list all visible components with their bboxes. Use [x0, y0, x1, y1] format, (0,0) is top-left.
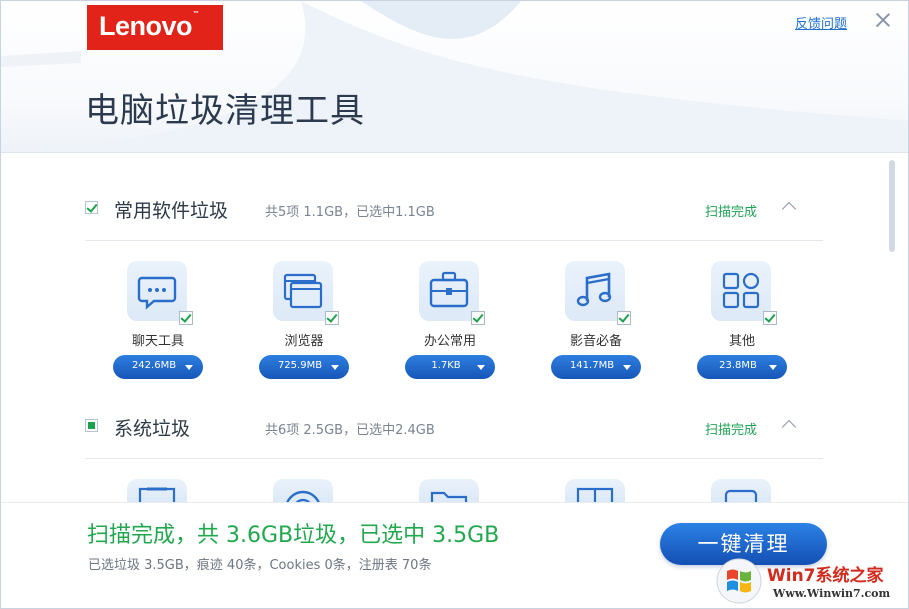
- system-item-icon[interactable]: [273, 479, 333, 502]
- system-item-icon[interactable]: [419, 479, 479, 502]
- scan-status: 扫描完成: [705, 205, 758, 220]
- watermark-url: Www.Winwin7.com: [773, 587, 891, 600]
- scan-result-headline: 扫描完成，共 3.6GB垃圾，已选中 3.5GB: [87, 523, 500, 548]
- item-label: 办公常用: [423, 334, 476, 349]
- item-checkbox[interactable]: [617, 311, 631, 325]
- section-title: 系统垃圾: [114, 418, 191, 440]
- size-value: 141.7MB: [569, 360, 615, 371]
- chat-icon[interactable]: [127, 261, 187, 321]
- category-item-media: 影音必备 141.7MB: [523, 261, 669, 391]
- section-title: 常用软件垃圾: [114, 200, 229, 222]
- grid-apps-icon[interactable]: [711, 261, 771, 321]
- size-value: 23.8MB: [719, 360, 757, 371]
- item-checkbox[interactable]: [325, 311, 339, 325]
- size-value: 725.9MB: [277, 360, 323, 371]
- section-checkbox-software[interactable]: [85, 201, 98, 214]
- browser-windows-icon[interactable]: [273, 261, 333, 321]
- app-window: Lenovo™ 电脑垃圾清理工具 反馈问题 常用软件垃圾 共5项 1.1GB，已…: [0, 0, 909, 609]
- item-checkbox[interactable]: [763, 311, 777, 325]
- lenovo-logo: Lenovo™: [87, 5, 223, 50]
- header: Lenovo™ 电脑垃圾清理工具 反馈问题: [1, 1, 908, 153]
- feedback-link[interactable]: 反馈问题: [795, 13, 847, 32]
- item-label: 影音必备: [569, 334, 622, 349]
- item-label: 聊天工具: [131, 334, 184, 349]
- category-item-office: 办公常用 1.7KB: [377, 261, 523, 391]
- size-value: 1.7KB: [431, 360, 461, 371]
- section-summary: 共5项 1.1GB，已选中1.1GB: [265, 205, 435, 220]
- scrollbar-thumb[interactable]: [889, 160, 895, 252]
- section-divider: [85, 240, 823, 241]
- category-item-other: 其他 23.8MB: [669, 261, 815, 391]
- windows-logo-icon: [716, 558, 762, 604]
- scan-results-list: 常用软件垃圾 共5项 1.1GB，已选中1.1GB 扫描完成 聊天工具 242.…: [1, 153, 908, 502]
- scan-status: 扫描完成: [705, 423, 758, 438]
- briefcase-icon[interactable]: [419, 261, 479, 321]
- collapse-chevron-icon[interactable]: [781, 201, 797, 217]
- app-title: 电脑垃圾清理工具: [85, 91, 365, 131]
- close-button[interactable]: [873, 10, 893, 30]
- section-divider: [85, 458, 823, 459]
- section-header-system: 系统垃圾 共6项 2.5GB，已选中2.4GB 扫描完成: [85, 412, 823, 442]
- size-dropdown[interactable]: 242.6MB: [113, 355, 203, 379]
- system-item-icon[interactable]: [711, 479, 771, 502]
- section-summary: 共6项 2.5GB，已选中2.4GB: [265, 423, 435, 438]
- watermark-text: Win7系统之家: [767, 566, 884, 586]
- music-note-icon[interactable]: [565, 261, 625, 321]
- system-item-icon[interactable]: [127, 479, 187, 502]
- size-value: 242.6MB: [131, 360, 177, 371]
- scan-result-detail: 已选垃圾 3.5GB，痕迹 40条，Cookies 0条，注册表 70条: [88, 558, 432, 573]
- category-item-chat: 聊天工具 242.6MB: [85, 261, 231, 391]
- item-label: 浏览器: [284, 334, 324, 349]
- collapse-chevron-icon[interactable]: [781, 419, 797, 435]
- size-dropdown[interactable]: 141.7MB: [551, 355, 641, 379]
- size-dropdown[interactable]: 725.9MB: [259, 355, 349, 379]
- site-watermark: Win7系统之家 Www.Winwin7.com: [715, 556, 908, 606]
- size-dropdown[interactable]: 1.7KB: [405, 355, 495, 379]
- size-dropdown[interactable]: 23.8MB: [697, 355, 787, 379]
- item-checkbox[interactable]: [471, 311, 485, 325]
- section-checkbox-system[interactable]: [85, 419, 98, 432]
- item-label: 其他: [728, 334, 755, 349]
- section-header-software: 常用软件垃圾 共5项 1.1GB，已选中1.1GB 扫描完成: [85, 194, 823, 224]
- system-item-icon[interactable]: [565, 479, 625, 502]
- item-checkbox[interactable]: [179, 311, 193, 325]
- category-item-browser: 浏览器 725.9MB: [231, 261, 377, 391]
